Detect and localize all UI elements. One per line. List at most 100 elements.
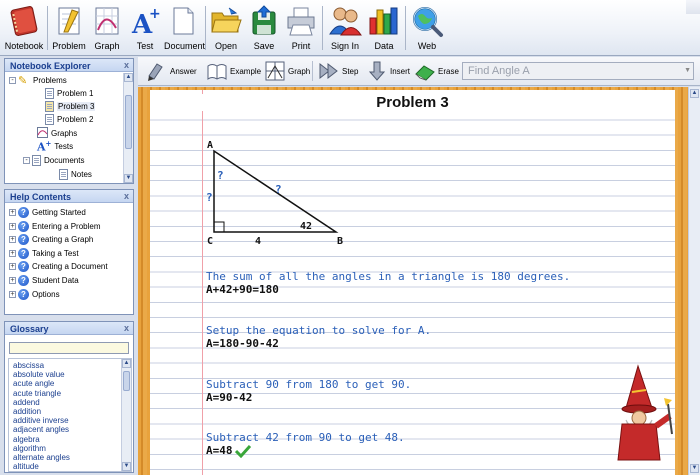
scroll-up-icon[interactable]: ▲ (122, 359, 131, 368)
help-item-label: Taking a Test (32, 248, 79, 258)
tree-item-tests[interactable]: A+ Tests (37, 139, 74, 154)
notebook-paper[interactable]: Problem 3 A C B ? ? ? 42 4 The sum of al… (150, 90, 675, 475)
expand-icon[interactable]: + (9, 209, 16, 216)
glossary-list-box: abscissa absolute value acute angle acute t… (8, 358, 132, 472)
erase-button-label: Erase (438, 66, 459, 76)
triangle-diagram: A C B ? ? ? 42 4 (206, 140, 343, 246)
glossary-term[interactable]: abscissa (13, 361, 44, 370)
web-button[interactable]: Web (409, 2, 445, 54)
glossary-term[interactable]: algorithm (13, 444, 46, 453)
scroll-down-icon[interactable]: ▼ (690, 464, 699, 473)
tree-item-label: Problem 2 (57, 115, 94, 124)
expand-icon[interactable]: + (9, 263, 16, 271)
collapse-icon[interactable]: - (9, 77, 16, 84)
insert-button[interactable]: Insert (366, 60, 410, 82)
page-scrollbar[interactable]: ▲ ▼ (688, 87, 700, 475)
scroll-up-icon[interactable]: ▲ (124, 73, 133, 82)
glossary-term[interactable]: altitude (13, 462, 39, 471)
scroll-thumb[interactable] (125, 95, 132, 149)
print-button[interactable]: Print (284, 2, 318, 54)
test-button[interactable]: A + Test (128, 2, 162, 54)
step-explanation-text: The sum of all the angles in a triangle … (206, 270, 571, 283)
glossary-term[interactable]: adjacent angles (13, 425, 69, 434)
step-button[interactable]: Step (318, 60, 358, 82)
scroll-thumb[interactable] (123, 371, 130, 391)
tree-item-notes[interactable]: Notes (59, 168, 92, 181)
vertex-b-label: B (337, 236, 343, 246)
scroll-down-icon[interactable]: ▼ (122, 462, 131, 471)
step-equation: A=48 (206, 444, 251, 459)
help-item[interactable]: +? Taking a Test (9, 247, 79, 260)
help-item[interactable]: +? Entering a Problem (9, 220, 100, 233)
insert-arrow-icon (366, 60, 388, 82)
data-button-label: Data (374, 41, 394, 51)
help-item-label: Getting Started (32, 208, 86, 217)
graph-button[interactable]: Graph (90, 2, 124, 54)
data-button[interactable]: Data (367, 2, 401, 54)
expand-icon[interactable]: + (9, 236, 16, 244)
notebook-explorer-header: Notebook Explorer x (5, 59, 133, 72)
answer-button[interactable]: Answer (146, 60, 197, 82)
glossary-term[interactable]: acute triangle (13, 389, 61, 398)
graph-step-button-label: Graph (288, 66, 311, 76)
help-item[interactable]: +? Student Data (9, 274, 79, 287)
expand-icon[interactable]: + (9, 290, 16, 298)
tree-item-label: Notes (71, 170, 92, 179)
step-explanation: Subtract 42 from 90 to get 48. (206, 431, 405, 444)
help-item[interactable]: +? Creating a Document (9, 260, 108, 273)
example-button[interactable]: Example (206, 60, 261, 82)
help-item[interactable]: +? Getting Started (9, 206, 86, 219)
tree-item-documents[interactable]: - Documents (23, 154, 84, 167)
save-button[interactable]: Save (247, 2, 281, 54)
expand-icon[interactable]: + (9, 277, 16, 284)
glossary-scrollbar[interactable]: ▲ ▼ (121, 359, 131, 471)
answer-button-label: Answer (170, 66, 197, 76)
glossary-term[interactable]: additive inverse (13, 416, 69, 425)
sign-in-button[interactable]: Sign In (326, 2, 364, 54)
step-equation: A=180-90-42 (206, 337, 279, 350)
glossary-search-input[interactable] (9, 342, 129, 354)
tree-item-problem-3[interactable]: Problem 3 (45, 100, 96, 113)
collapse-icon[interactable]: - (23, 157, 30, 164)
eraser-icon (414, 60, 436, 82)
globe-magnifier-icon (410, 4, 444, 38)
glossary-term[interactable]: addend (13, 398, 40, 407)
help-item[interactable]: +? Creating a Graph (9, 233, 93, 246)
glossary-term[interactable]: alternate angles (13, 453, 70, 462)
graph-step-button[interactable]: Graph (264, 60, 310, 82)
glossary-term[interactable]: absolute value (13, 370, 65, 379)
close-icon[interactable]: x (124, 60, 129, 70)
glossary-term[interactable]: acute angle (13, 379, 54, 388)
help-item[interactable]: +? Options (9, 288, 60, 301)
book-icon (206, 60, 228, 82)
tree-item-problems[interactable]: - ✎ Problems (9, 74, 67, 87)
glossary-term[interactable]: addition (13, 407, 41, 416)
topic-select[interactable]: Find Angle A ▼ (462, 62, 694, 80)
scroll-up-icon[interactable]: ▲ (690, 89, 699, 98)
test-icon: A+ (37, 139, 52, 154)
open-button[interactable]: Open (208, 2, 244, 54)
close-icon[interactable]: x (124, 323, 129, 333)
problem-button[interactable]: Problem (52, 2, 86, 54)
tree-item-problem-2[interactable]: Problem 2 (45, 113, 93, 126)
step-explanation: Subtract 90 from 180 to get 90. (206, 378, 411, 391)
help-question-icon: ? (18, 275, 29, 286)
tree-item-graphs[interactable]: Graphs (37, 127, 77, 140)
tree-item-problem-1[interactable]: Problem 1 (45, 87, 93, 100)
erase-button[interactable]: Erase (414, 60, 459, 82)
scroll-down-icon[interactable]: ▼ (124, 174, 133, 183)
document-button[interactable]: Document (164, 2, 205, 54)
folder-open-icon (209, 4, 243, 38)
tree-item-label: Problems (33, 76, 67, 85)
glossary-term[interactable]: algebra (13, 435, 40, 444)
wizard-mascot-icon (617, 364, 673, 461)
step-button-label: Step (342, 66, 359, 76)
expand-icon[interactable]: + (9, 222, 16, 230)
notebook-button[interactable]: Notebook (4, 2, 44, 54)
step-equation-text: A=180-90-42 (206, 337, 279, 350)
close-icon[interactable]: x (124, 191, 129, 201)
notebook-page-area: Problem 3 A C B ? ? ? 42 4 The sum of al… (138, 87, 700, 475)
tree-item-label: Tests (54, 142, 74, 151)
expand-icon[interactable]: + (9, 249, 16, 257)
explorer-scrollbar[interactable]: ▲ ▼ (123, 73, 133, 183)
